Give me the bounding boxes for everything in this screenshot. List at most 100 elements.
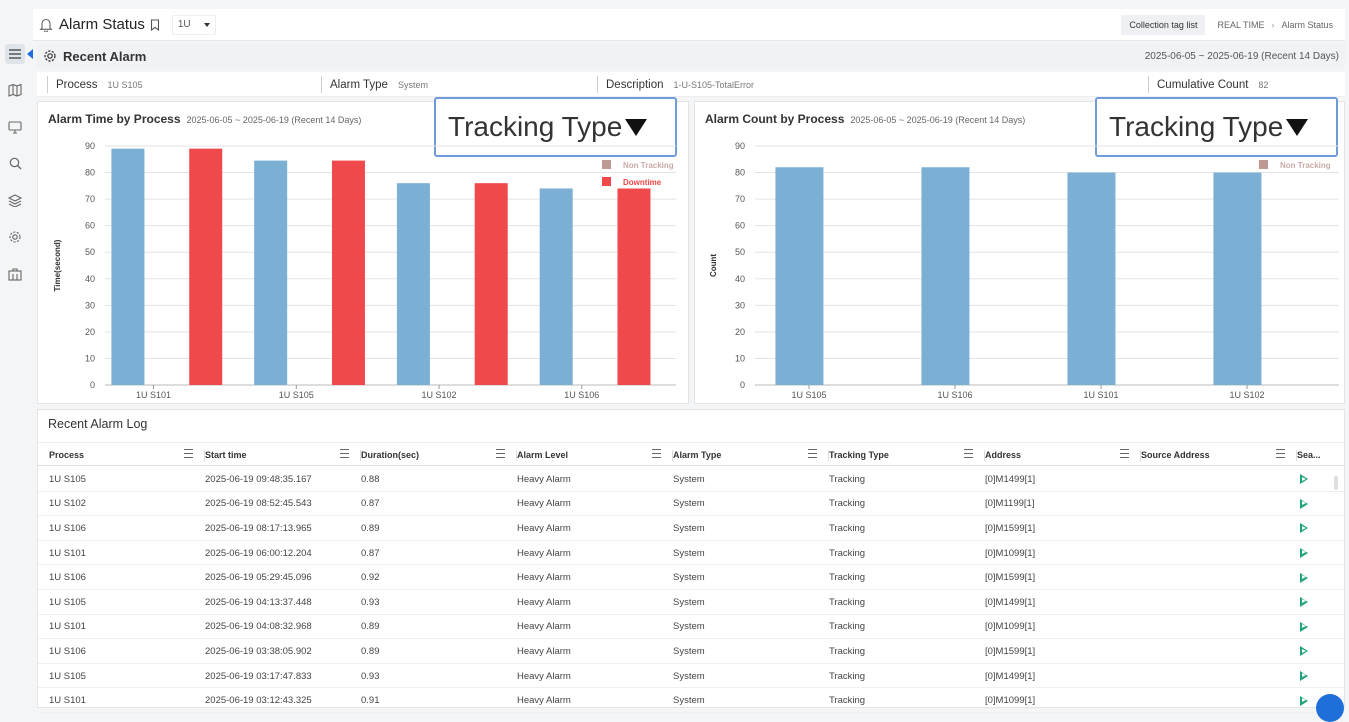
column-header[interactable]: Address <box>985 443 1141 467</box>
search-icon[interactable] <box>5 153 25 173</box>
column-header[interactable]: Process <box>49 443 205 467</box>
legend-label: Downtime <box>623 178 662 187</box>
description-label: Description <box>606 78 664 91</box>
x-tick-label: 1U S106 <box>938 390 973 400</box>
building-icon[interactable] <box>5 264 25 284</box>
table-cell: 0.87 <box>361 498 380 510</box>
y-tick-label: 0 <box>740 380 745 390</box>
settings-gear-icon[interactable] <box>5 227 25 247</box>
column-header-label: Source Address <box>1141 450 1210 460</box>
bookmark-icon[interactable] <box>150 18 160 31</box>
table-cell: Tracking <box>829 498 866 510</box>
table-row[interactable]: 1U S102 2025-06-19 08:52:45.543 0.87 Heavy … <box>38 492 1344 517</box>
play-icon[interactable] <box>1300 548 1308 559</box>
table-cell <box>1141 492 1297 517</box>
y-tick-label: 10 <box>735 353 745 363</box>
floating-action-button[interactable] <box>1316 694 1344 722</box>
play-icon[interactable] <box>1300 523 1308 534</box>
column-header[interactable]: Sea... <box>1297 443 1337 467</box>
table-row[interactable]: 1U S101 2025-06-19 03:12:43.325 0.91 Heavy … <box>38 688 1344 713</box>
x-tick-label: 1U S105 <box>792 390 827 400</box>
column-header[interactable]: Duration(sec) <box>361 443 517 467</box>
column-menu-icon[interactable] <box>340 449 349 458</box>
y-axis-label: Count <box>709 254 718 277</box>
play-icon[interactable] <box>1300 498 1308 509</box>
menu-icon[interactable] <box>5 44 25 64</box>
play-icon[interactable] <box>1300 695 1308 706</box>
bar <box>111 148 145 385</box>
column-menu-icon[interactable] <box>808 449 817 458</box>
bar <box>254 160 288 385</box>
map-icon[interactable] <box>5 80 25 100</box>
alarm-type-label: Alarm Type <box>330 78 388 91</box>
column-header[interactable]: Source Address <box>1141 443 1297 467</box>
table-row[interactable]: 1U S106 2025-06-19 03:38:05.902 0.89 Heavy … <box>38 639 1344 664</box>
table-cell: Tracking <box>829 473 866 485</box>
table-row[interactable]: 1U S105 2025-06-19 03:17:47.833 0.93 Heavy … <box>38 664 1344 689</box>
table-row[interactable]: 1U S105 2025-06-19 09:48:35.167 0.88 Heavy … <box>38 467 1344 492</box>
column-menu-icon[interactable] <box>184 449 193 458</box>
monitor-icon[interactable] <box>5 117 25 137</box>
column-menu-icon[interactable] <box>496 449 505 458</box>
play-icon[interactable] <box>1300 621 1308 632</box>
table-cell: Heavy Alarm <box>517 498 571 510</box>
table-cell: System <box>673 670 705 682</box>
table-cell: Heavy Alarm <box>517 547 571 559</box>
play-icon[interactable] <box>1300 646 1308 657</box>
column-header[interactable]: Start time <box>205 443 361 467</box>
table-cell: 0.89 <box>361 645 380 657</box>
legend-swatch <box>602 177 611 186</box>
column-header[interactable]: Alarm Level <box>517 443 673 467</box>
table-row[interactable]: 1U S106 2025-06-19 05:29:45.096 0.92 Heavy … <box>38 565 1344 590</box>
table-row[interactable]: 1U S105 2025-06-19 04:13:37.448 0.93 Heavy … <box>38 590 1344 615</box>
description-value: 1-U-S105-TotalError <box>673 79 755 90</box>
x-tick-label: 1U S102 <box>1230 390 1265 400</box>
collection-tag-list-button[interactable]: Collection tag list <box>1121 14 1206 35</box>
table-cell: [0]M1599[1] <box>985 645 1036 657</box>
log-table-body: 1U S105 2025-06-19 09:48:35.167 0.88 Heavy … <box>38 467 1344 713</box>
table-cell <box>1141 516 1297 541</box>
bar <box>921 167 970 385</box>
column-menu-icon[interactable] <box>1120 449 1129 458</box>
row-action-cell <box>1300 664 1330 689</box>
table-cell <box>1141 664 1297 689</box>
breadcrumb-realtime[interactable]: REAL TIME <box>1217 20 1264 30</box>
column-header[interactable]: Alarm Type <box>673 443 829 467</box>
y-tick-label: 60 <box>735 221 745 231</box>
cumulative-count-label: Cumulative Count <box>1157 78 1249 91</box>
column-header-label: Alarm Level <box>517 450 569 460</box>
recent-alarm-header: Recent Alarm 2025-06-05 ~ 2025-06-19 (Re… <box>37 44 1345 68</box>
column-header[interactable]: Tracking Type <box>829 443 985 467</box>
play-icon[interactable] <box>1300 671 1308 682</box>
table-cell: 1U S106 <box>49 645 86 657</box>
log-title: Recent Alarm Log <box>48 417 148 431</box>
column-menu-icon[interactable] <box>964 449 973 458</box>
gear-icon <box>44 50 56 62</box>
play-icon[interactable] <box>1300 474 1308 485</box>
column-menu-icon[interactable] <box>652 449 661 458</box>
table-cell: [0]M1099[1] <box>985 695 1036 707</box>
collapse-arrow-icon[interactable] <box>27 49 33 59</box>
table-cell: 0.91 <box>361 695 380 707</box>
bar <box>539 188 573 385</box>
bell-icon[interactable] <box>39 17 53 32</box>
table-scrollbar[interactable] <box>1334 476 1338 490</box>
y-tick-label: 70 <box>735 194 745 204</box>
y-tick-label: 30 <box>85 300 95 310</box>
table-row[interactable]: 1U S101 2025-06-19 04:08:32.968 0.89 Heavy … <box>38 615 1344 640</box>
table-cell: 2025-06-19 04:13:37.448 <box>205 596 312 608</box>
table-cell: 0.89 <box>361 621 380 633</box>
y-tick-label: 90 <box>735 141 745 151</box>
table-row[interactable]: 1U S106 2025-06-19 08:17:13.965 0.89 Heavy … <box>38 516 1344 541</box>
column-menu-icon[interactable] <box>1276 449 1285 458</box>
layers-icon[interactable] <box>5 190 25 210</box>
x-tick-label: 1U S101 <box>136 390 171 400</box>
play-icon[interactable] <box>1300 597 1308 608</box>
table-row[interactable]: 1U S101 2025-06-19 06:00:12.204 0.87 Heavy … <box>38 541 1344 566</box>
unit-select[interactable]: 1U <box>171 14 216 35</box>
play-icon[interactable] <box>1300 572 1308 583</box>
table-cell: Heavy Alarm <box>517 596 571 608</box>
legend-label: Non Tracking <box>1280 161 1331 170</box>
top-bar: Alarm Status 1U Collection tag list REAL… <box>33 9 1345 41</box>
legend-swatch <box>602 160 611 169</box>
